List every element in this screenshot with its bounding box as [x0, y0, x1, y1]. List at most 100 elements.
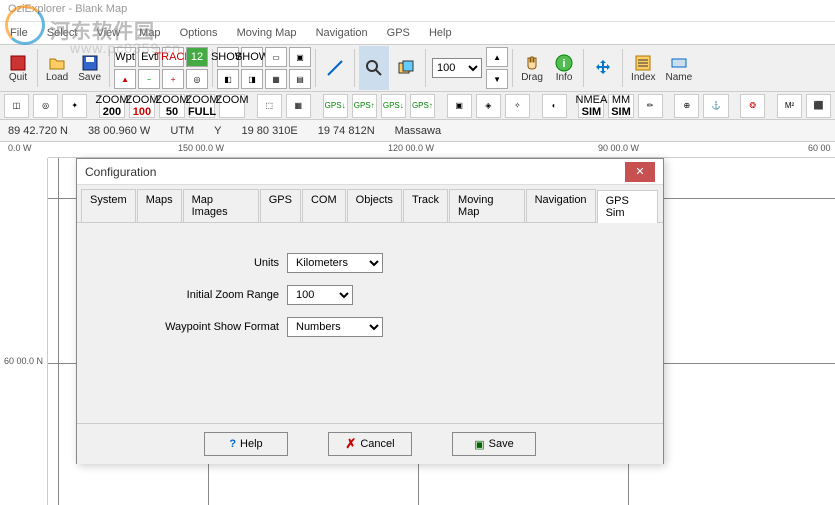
window-title: OziExplorer - Blank Map — [8, 3, 127, 15]
mini-minus-button[interactable]: − — [138, 69, 160, 89]
zoom-down-button[interactable]: ▼ — [486, 69, 508, 89]
pan-button[interactable] — [588, 46, 618, 90]
separator — [109, 49, 110, 87]
units-select[interactable]: Kilometers — [287, 253, 383, 273]
drag-button[interactable]: Drag — [517, 46, 547, 90]
help-icon: ? — [229, 438, 236, 450]
tab-maps[interactable]: Maps — [137, 189, 182, 222]
tab-objects[interactable]: Objects — [347, 189, 402, 222]
tab-system[interactable]: System — [81, 189, 136, 222]
n12-button[interactable]: 12 — [186, 47, 208, 67]
magnify-button[interactable] — [359, 46, 389, 90]
ruler-vertical: 60 00.0 N — [0, 158, 48, 505]
load-button[interactable]: Load — [42, 46, 72, 90]
save-config-button[interactable]: ▣Save — [452, 432, 536, 456]
mini-h-button[interactable]: ▤ — [289, 69, 311, 89]
zoom-blank-button[interactable]: ZOOM — [219, 94, 245, 118]
mini-e-button[interactable]: ◧ — [217, 69, 239, 89]
line-icon-button[interactable] — [320, 46, 350, 90]
tab-track[interactable]: Track — [403, 189, 448, 222]
mini-c-button[interactable]: ▭ — [265, 47, 287, 67]
ruler-horizontal: 0.0 W 150 00.0 W 120 00.0 W 90 00.0 W 60… — [48, 142, 835, 158]
menu-options[interactable]: Options — [172, 25, 226, 41]
zoom-200-button[interactable]: ZOOM200 — [99, 94, 125, 118]
zoom-up-button[interactable]: ▲ — [486, 47, 508, 67]
separator — [425, 49, 426, 87]
status-bar: 89 42.720 N 38 00.960 W UTM Y 19 80 310E… — [0, 120, 835, 142]
status-lon: 38 00.960 W — [88, 125, 150, 137]
save-button[interactable]: Save — [74, 46, 105, 90]
mini-plus-button[interactable]: + — [162, 69, 184, 89]
tab-moving-map[interactable]: Moving Map — [449, 189, 525, 222]
main-toolbar: Quit Load Save Wpt Evt TRACK 12 ▲ − + ◎ … — [0, 44, 835, 92]
index-button[interactable]: Index — [627, 46, 659, 90]
tb2-k-button[interactable]: ⊕ — [674, 94, 699, 118]
line-icon — [326, 59, 344, 77]
zoom-50-button[interactable]: ZOOM50 — [159, 94, 185, 118]
menu-gps[interactable]: GPS — [379, 25, 418, 41]
gps-b-button[interactable]: GPS↑ — [352, 94, 377, 118]
tb2-i-button[interactable]: ◐ — [542, 94, 567, 118]
tb2-m-button[interactable]: ❂ — [740, 94, 765, 118]
tb2-h-button[interactable]: ✧ — [505, 94, 530, 118]
mm-sim-button[interactable]: MMSIM — [608, 94, 633, 118]
arrows-icon — [594, 59, 612, 77]
tb2-e-button[interactable]: ▦ — [286, 94, 311, 118]
mini-target-button[interactable]: ◎ — [186, 69, 208, 89]
separator — [354, 49, 355, 87]
cancel-button[interactable]: ✗Cancel — [328, 432, 412, 456]
menu-navigation[interactable]: Navigation — [308, 25, 376, 41]
initial-zoom-select[interactable]: 100 — [287, 285, 353, 305]
menu-file[interactable]: File — [2, 25, 36, 41]
separator — [315, 49, 316, 87]
tb2-g-button[interactable]: ◈ — [476, 94, 501, 118]
status-lat: 89 42.720 N — [8, 125, 68, 137]
quit-button[interactable]: Quit — [3, 46, 33, 90]
mini-d-button[interactable]: ▣ — [289, 47, 311, 67]
zoom-100-button[interactable]: ZOOM100 — [129, 94, 155, 118]
tab-map-images[interactable]: Map Images — [183, 189, 259, 222]
info-button[interactable]: iInfo — [549, 46, 579, 90]
menu-moving-map[interactable]: Moving Map — [229, 25, 305, 41]
mini-button-group-2: SHOW SHOW ▭ ▣ ◧ ◨ ▦ ▤ — [216, 46, 312, 90]
tb2-a-button[interactable]: ◫ — [4, 94, 29, 118]
mini-g-button[interactable]: ▦ — [265, 69, 287, 89]
gps-d-button[interactable]: GPS↑ — [410, 94, 435, 118]
menu-map[interactable]: Map — [131, 25, 168, 41]
tab-gps[interactable]: GPS — [260, 189, 301, 222]
wpt-button[interactable]: Wpt — [114, 47, 136, 67]
tab-gps-sim[interactable]: GPS Sim — [597, 190, 658, 223]
status-zone: Y — [214, 125, 221, 137]
tb2-c-button[interactable]: ✦ — [62, 94, 87, 118]
zoom-full-button[interactable]: ZOOMFULL — [189, 94, 215, 118]
track-button[interactable]: TRACK — [162, 47, 184, 67]
dialog-close-button[interactable]: ✕ — [625, 162, 655, 182]
waypoint-format-select[interactable]: Numbers — [287, 317, 383, 337]
zoom-select[interactable]: 100 — [432, 58, 482, 78]
menu-view[interactable]: View — [88, 25, 128, 41]
windows-button[interactable] — [391, 46, 421, 90]
tb2-f-button[interactable]: ▣ — [447, 94, 472, 118]
tb2-l-button[interactable]: ⚓ — [703, 94, 728, 118]
name-button[interactable]: Name — [662, 46, 697, 90]
menu-select[interactable]: Select — [39, 25, 86, 41]
mini-a-button[interactable]: ▲ — [114, 69, 136, 89]
tab-com[interactable]: COM — [302, 189, 346, 222]
initial-zoom-label: Initial Zoom Range — [97, 289, 287, 301]
status-north: 19 74 812N — [318, 125, 375, 137]
magnify-icon — [365, 59, 383, 77]
nmea-sim-button[interactable]: NMEASIM — [578, 94, 604, 118]
menu-help[interactable]: Help — [421, 25, 460, 41]
show2-button[interactable]: SHOW — [241, 47, 263, 67]
gps-a-button[interactable]: GPS↓ — [323, 94, 348, 118]
help-button[interactable]: ?Help — [204, 432, 288, 456]
tb2-o-button[interactable]: ⬛ — [806, 94, 831, 118]
dialog-titlebar[interactable]: Configuration ✕ — [77, 159, 663, 185]
gps-c-button[interactable]: GPS↓ — [381, 94, 406, 118]
tb2-j-button[interactable]: ✏ — [638, 94, 663, 118]
tb2-n-button[interactable]: M² — [777, 94, 802, 118]
mini-f-button[interactable]: ◨ — [241, 69, 263, 89]
tab-navigation[interactable]: Navigation — [526, 189, 596, 222]
tb2-d-button[interactable]: ⬚ — [257, 94, 282, 118]
tb2-b-button[interactable]: ◎ — [33, 94, 58, 118]
